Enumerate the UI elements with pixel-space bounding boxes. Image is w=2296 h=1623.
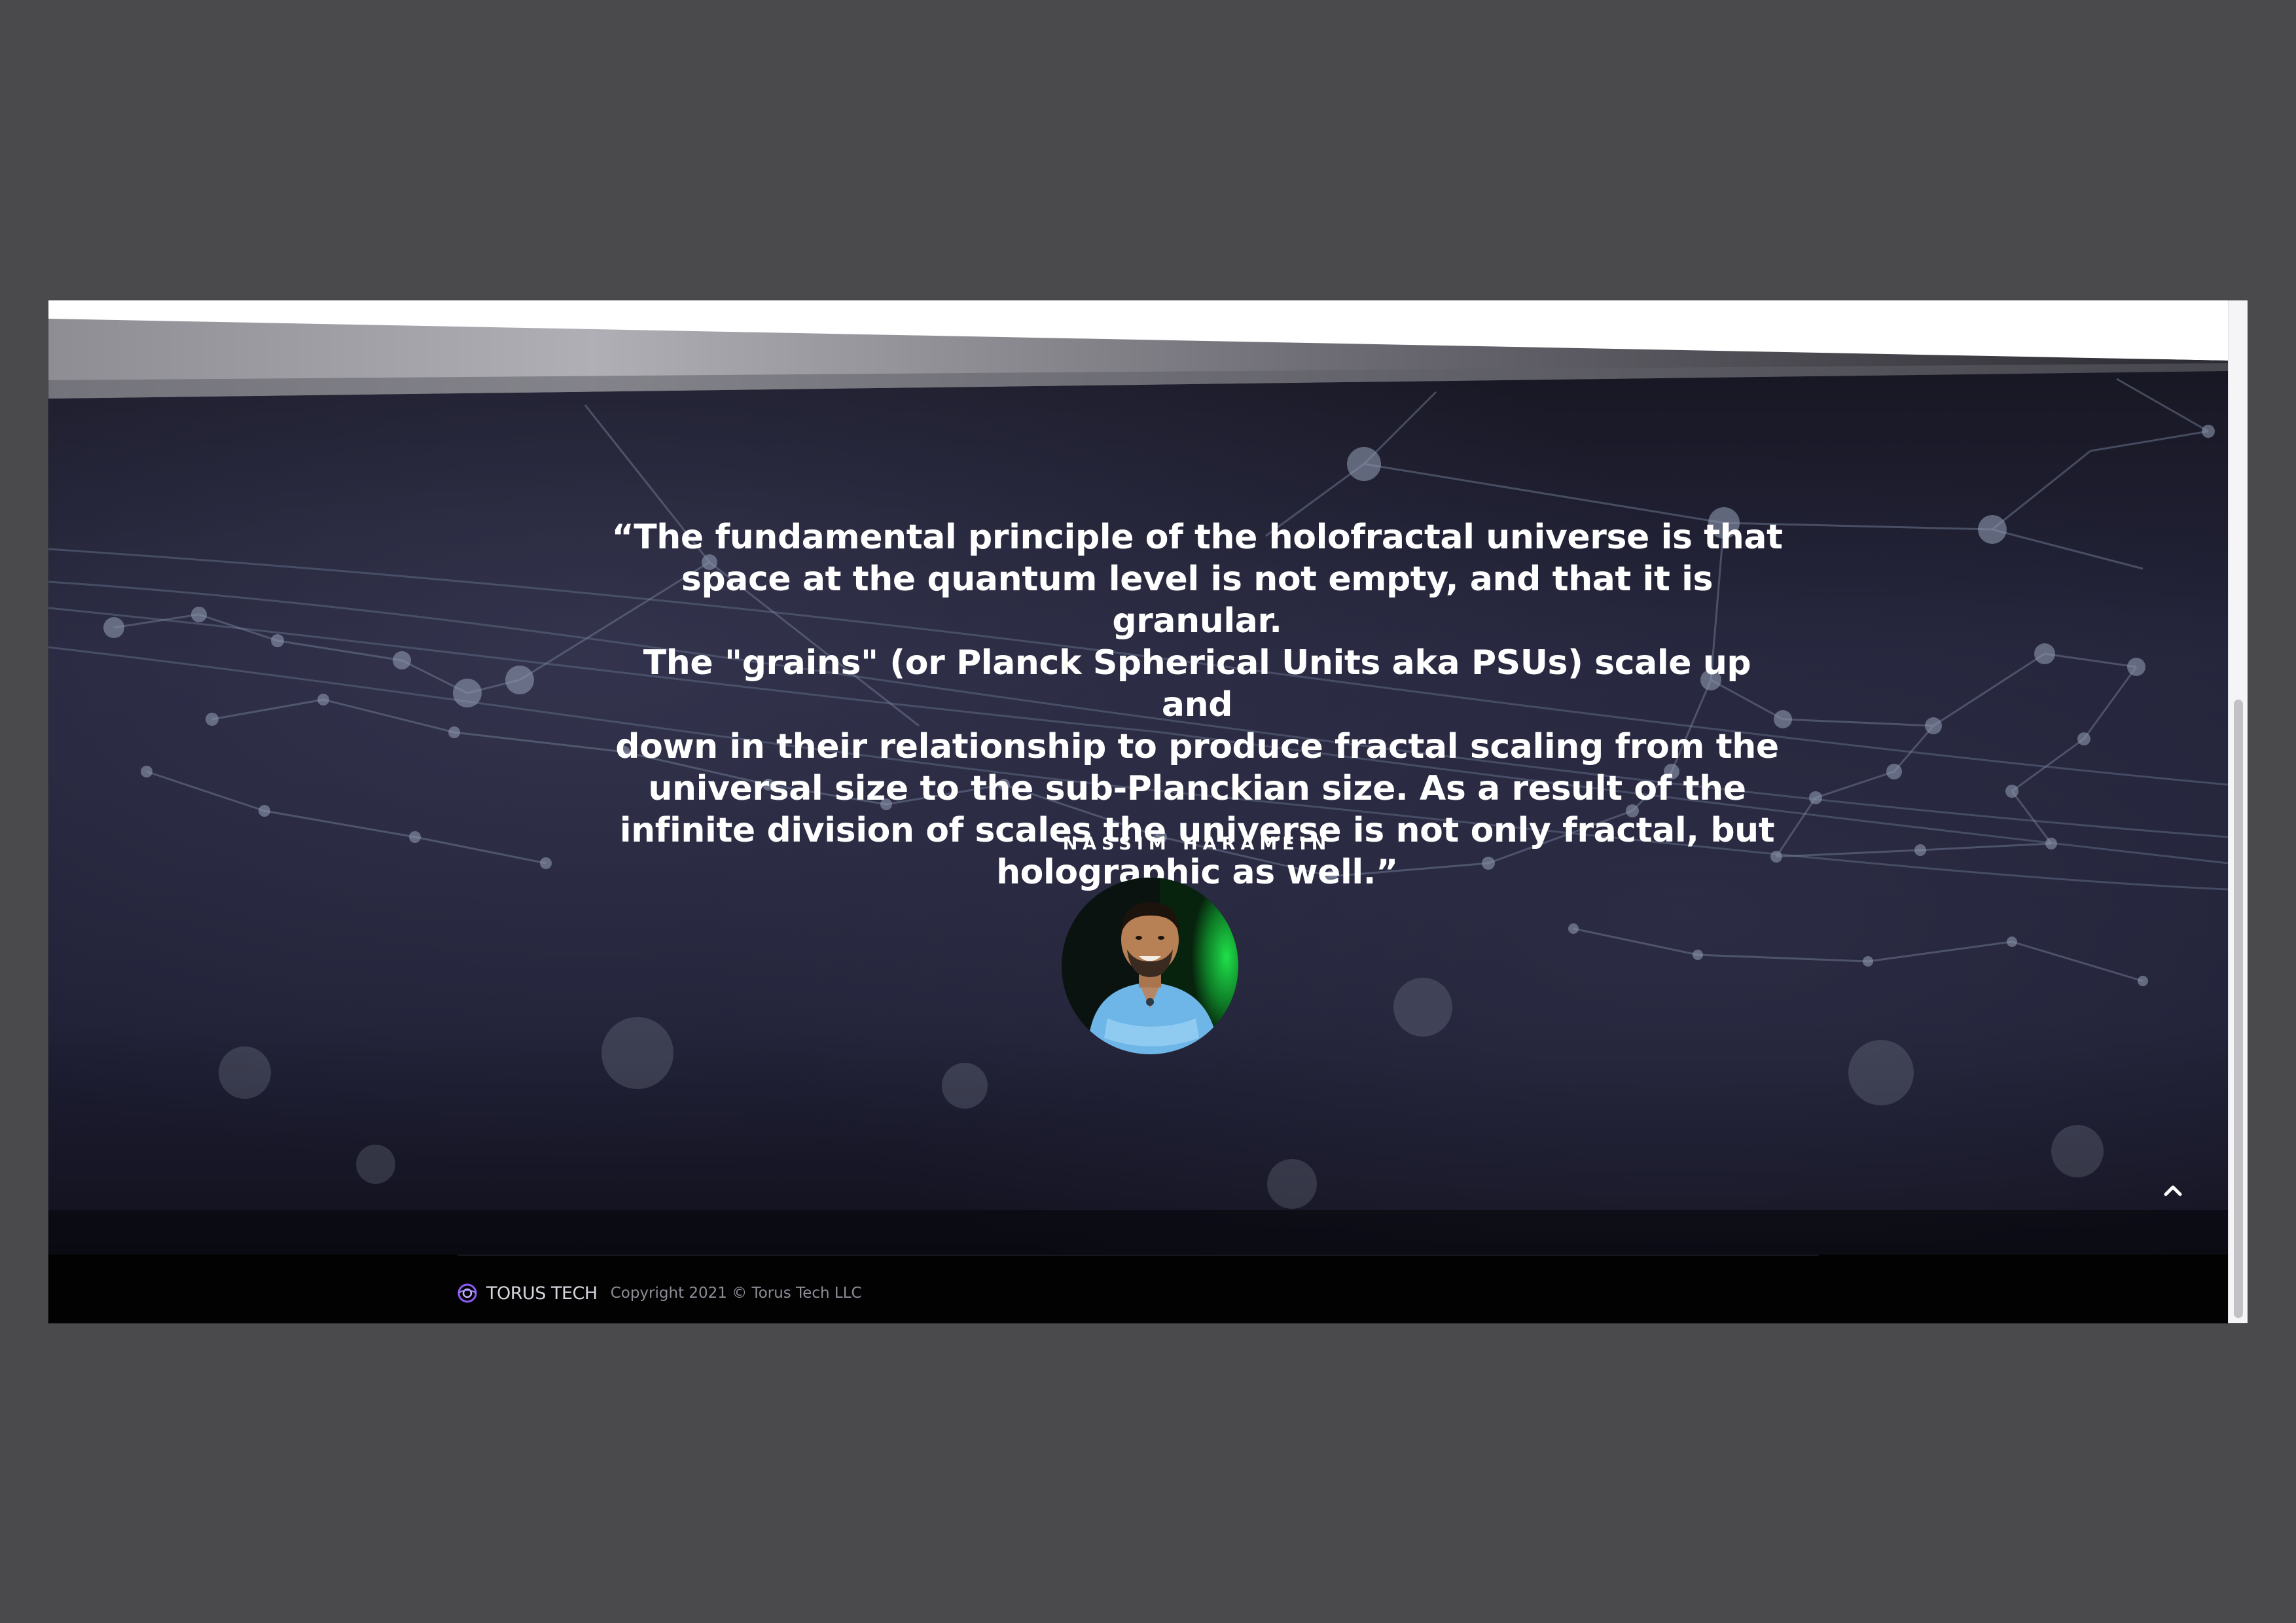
scrollbar-thumb[interactable] bbox=[2234, 700, 2243, 1318]
testimonial-section: “The fundamental principle of the holofr… bbox=[48, 300, 2228, 1323]
footer-divider bbox=[457, 1255, 1819, 1256]
person-photo-icon bbox=[1062, 878, 1238, 1054]
brand-name[interactable]: TORUS TECH bbox=[486, 1283, 598, 1304]
torus-logo-icon[interactable] bbox=[457, 1283, 477, 1303]
page-viewport: “The fundamental principle of the holofr… bbox=[48, 300, 2228, 1323]
author-avatar bbox=[1062, 878, 1238, 1054]
copyright-text: Copyright 2021 © Torus Tech LLC bbox=[610, 1285, 862, 1302]
testimonial-author: NASSIM HARAMEIN bbox=[1062, 834, 1332, 854]
site-footer bbox=[48, 1255, 2228, 1323]
chevron-up-icon bbox=[2164, 1185, 2182, 1196]
vertical-scrollbar[interactable] bbox=[2228, 300, 2248, 1323]
footer-brand: TORUS TECH Copyright 2021 © Torus Tech L… bbox=[457, 1277, 862, 1310]
scroll-to-top-button[interactable] bbox=[2147, 1164, 2199, 1217]
browser-window: “The fundamental principle of the holofr… bbox=[48, 300, 2248, 1323]
